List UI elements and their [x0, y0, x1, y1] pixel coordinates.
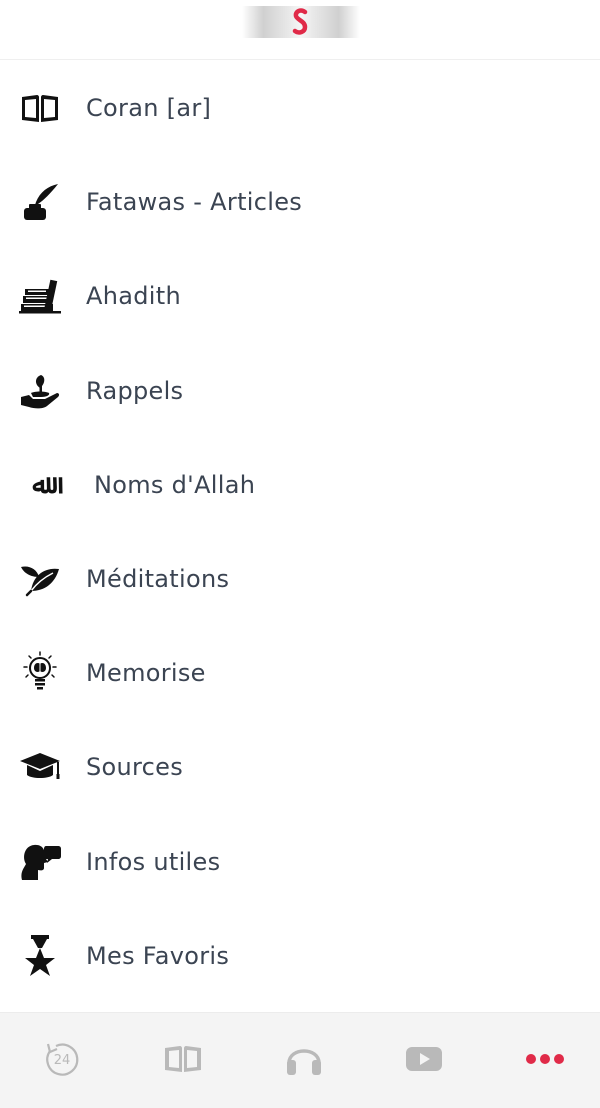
- star-medal-icon: [18, 934, 62, 976]
- s-logo-icon: [292, 8, 308, 35]
- tab-audio[interactable]: [280, 1035, 328, 1083]
- menu-item-noms-allah[interactable]: ﷲ Noms d'Allah: [0, 438, 600, 532]
- menu-item-label: Rappels: [86, 376, 184, 405]
- headphones-icon: [287, 1049, 321, 1075]
- graduation-cap-icon: [18, 747, 62, 787]
- menu-item-label: Memorise: [86, 659, 206, 688]
- app-header: [0, 0, 600, 60]
- menu-item-sources[interactable]: Sources: [0, 720, 600, 814]
- menu-item-ahadith[interactable]: Ahadith: [0, 249, 600, 343]
- tab-book[interactable]: [159, 1035, 207, 1083]
- menu-item-label: Ahadith: [86, 282, 181, 311]
- more-dots-icon: [526, 1054, 564, 1064]
- head-speech-icon: [18, 842, 62, 882]
- books-stack-icon: [18, 276, 62, 316]
- menu-item-mes-favoris[interactable]: Mes Favoris: [0, 909, 600, 1003]
- replay-24-label: 24: [54, 1053, 71, 1068]
- replay-24-icon: 24: [46, 1043, 79, 1076]
- main-menu: Coran [ar] Fatawas - Articles Ahadith Ra…: [0, 61, 600, 1003]
- menu-item-label: Fatawas - Articles: [86, 188, 303, 217]
- open-book-icon: [18, 88, 62, 128]
- menu-item-label: Coran [ar]: [86, 94, 212, 123]
- menu-item-infos-utiles[interactable]: Infos utiles: [0, 815, 600, 909]
- menu-item-label: Infos utiles: [86, 847, 221, 876]
- menu-item-rappels[interactable]: Rappels: [0, 344, 600, 438]
- tab-more[interactable]: [521, 1035, 569, 1083]
- leaf-icon: [18, 559, 62, 599]
- menu-item-meditations[interactable]: Méditations: [0, 532, 600, 626]
- menu-item-coran[interactable]: Coran [ar]: [0, 61, 600, 155]
- menu-item-fatawas[interactable]: Fatawas - Articles: [0, 155, 600, 249]
- bottom-tab-bar: 24: [0, 1012, 600, 1108]
- menu-item-label: Noms d'Allah: [94, 470, 256, 499]
- hand-plant-icon: [18, 371, 62, 411]
- menu-item-label: Sources: [86, 753, 184, 782]
- menu-item-memorise[interactable]: Memorise: [0, 626, 600, 720]
- menu-item-label: Mes Favoris: [86, 941, 230, 970]
- tab-video[interactable]: [400, 1035, 448, 1083]
- youtube-icon: [406, 1047, 442, 1071]
- allah-calligraphy-icon: ﷲ: [32, 469, 48, 500]
- quill-inkwell-icon: [18, 182, 62, 222]
- tab-replay-24[interactable]: 24: [38, 1035, 86, 1083]
- book-tab-icon: [165, 1046, 201, 1072]
- menu-item-label: Méditations: [86, 565, 230, 594]
- app-logo[interactable]: [242, 6, 360, 38]
- brain-bulb-icon: [18, 651, 62, 693]
